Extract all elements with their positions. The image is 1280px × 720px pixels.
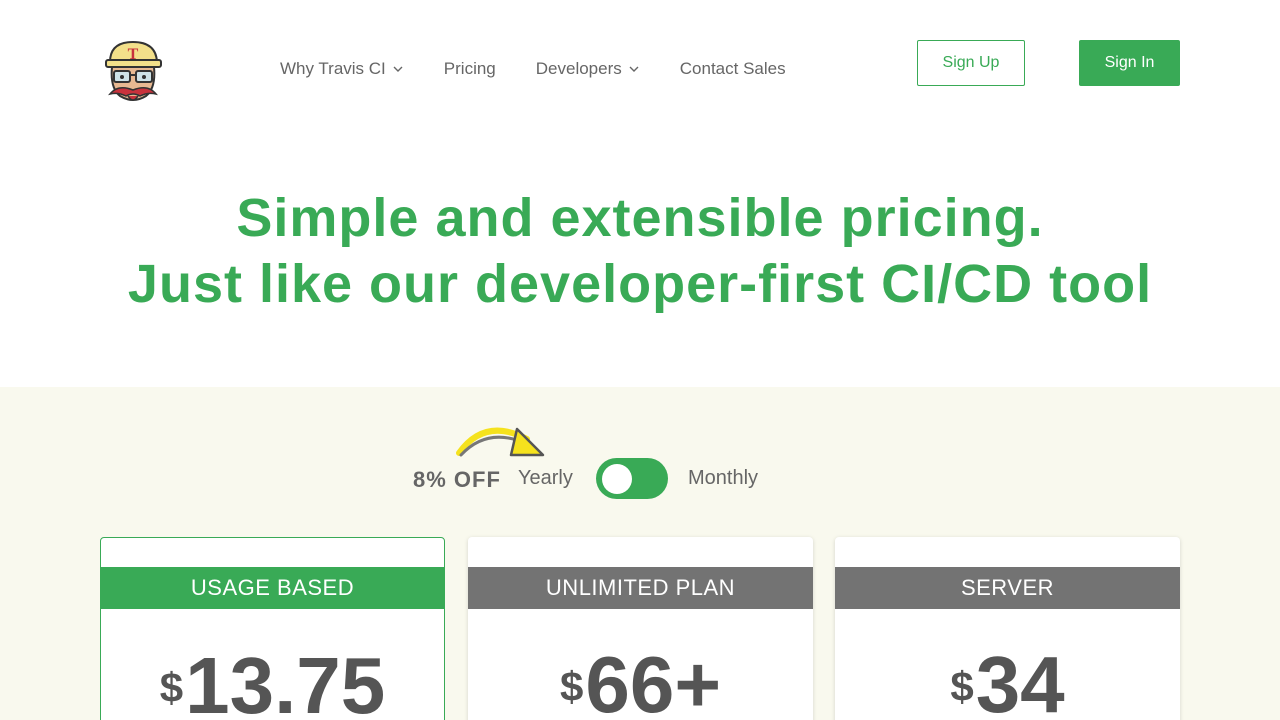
nav-item-label: Developers bbox=[535, 59, 622, 78]
nav-item-contact-sales[interactable]: Contact Sales bbox=[680, 58, 786, 80]
plan-price: $66+ bbox=[468, 645, 813, 720]
nav-item-label: Pricing bbox=[443, 59, 496, 78]
yearly-label[interactable]: Yearly bbox=[518, 467, 573, 490]
price-amount: 66+ bbox=[585, 640, 722, 720]
price-currency: $ bbox=[950, 663, 974, 710]
curved-arrow-icon bbox=[456, 427, 545, 457]
plan-price: $13.75 bbox=[101, 646, 444, 720]
hero-heading: Simple and extensible pricing. Just like… bbox=[0, 185, 1280, 317]
plan-name: USAGE BASED bbox=[101, 567, 444, 609]
sign-up-button[interactable]: Sign Up bbox=[917, 40, 1025, 86]
chevron-down-icon bbox=[393, 66, 403, 72]
price-amount: 34 bbox=[975, 640, 1065, 720]
hero-line-2: Just like our developer-first CI/CD tool bbox=[127, 254, 1153, 314]
plan-card-usage-based[interactable]: USAGE BASED $13.75 bbox=[100, 537, 445, 720]
toggle-knob bbox=[602, 464, 632, 494]
plan-name: SERVER bbox=[835, 567, 1180, 609]
plan-card-server[interactable]: SERVER $34 bbox=[835, 537, 1180, 720]
travis-logo[interactable]: T bbox=[100, 38, 166, 108]
price-currency: $ bbox=[559, 663, 584, 710]
monthly-label[interactable]: Monthly bbox=[688, 467, 758, 490]
price-currency: $ bbox=[159, 664, 184, 711]
travis-mascot-icon: T bbox=[105, 40, 162, 101]
plan-price: $34 bbox=[835, 645, 1180, 720]
svg-text:T: T bbox=[128, 46, 139, 63]
discount-label: 8% OFF bbox=[413, 467, 501, 492]
plan-name: UNLIMITED PLAN bbox=[468, 567, 813, 609]
sign-in-button[interactable]: Sign In bbox=[1079, 40, 1180, 86]
nav-item-developers[interactable]: Developers bbox=[536, 58, 640, 80]
billing-toggle-row: 8% OFF Yearly Monthly bbox=[0, 427, 1280, 501]
chevron-down-icon bbox=[629, 66, 639, 72]
nav-item-label: Contact Sales bbox=[679, 59, 786, 78]
price-amount: 13.75 bbox=[185, 641, 386, 720]
nav-item-label: Why Travis CI bbox=[280, 59, 386, 78]
nav-item-why-travis-ci[interactable]: Why Travis CI bbox=[280, 58, 404, 80]
nav-item-pricing[interactable]: Pricing bbox=[444, 58, 496, 80]
main-nav: Why Travis CI Pricing Developers Contact… bbox=[280, 58, 826, 80]
site-header: T Why Travis CI Pricing Developers Conta… bbox=[0, 0, 1280, 130]
hero-line-1: Simple and extensible pricing. bbox=[236, 188, 1044, 248]
pricing-section: 8% OFF Yearly Monthly USAGE BASED $13.75… bbox=[0, 387, 1280, 720]
plan-card-unlimited[interactable]: UNLIMITED PLAN $66+ bbox=[468, 537, 813, 720]
billing-toggle-switch[interactable] bbox=[596, 458, 668, 499]
